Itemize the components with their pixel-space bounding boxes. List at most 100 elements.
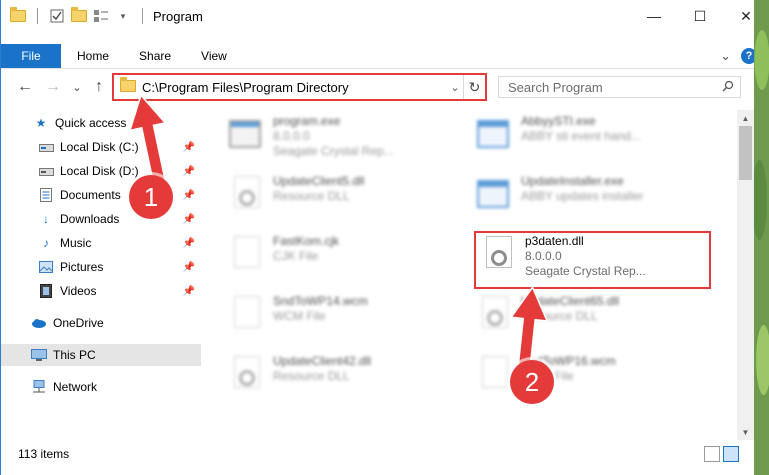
- tab-view[interactable]: View: [186, 49, 242, 63]
- details-view-icon[interactable]: [704, 446, 720, 462]
- file-version: 8.0.0.0: [273, 129, 310, 143]
- recent-locations-chevron-icon[interactable]: ⌄: [67, 76, 87, 98]
- file-item[interactable]: program.exe 8.0.0.0 Seagate Crystal Rep...: [225, 112, 460, 164]
- sidebar-item-music[interactable]: ♪ Music 📌: [1, 232, 201, 254]
- search-box[interactable]: Search Program: [498, 76, 741, 98]
- window-controls: — ☐ ✕: [631, 0, 769, 32]
- properties-icon[interactable]: [48, 7, 66, 25]
- cloud-icon: [31, 316, 47, 330]
- title-bar: ▾ Program — ☐ ✕: [1, 0, 769, 32]
- sidebar-item-label: Downloads: [60, 212, 120, 226]
- file-description: ABBY sti event hand...: [521, 129, 641, 143]
- file-name: UpdateInstaller.exe: [521, 174, 624, 188]
- file-item[interactable]: FastKom.cjk CJK File: [225, 232, 460, 284]
- file-description: ABBY updates installer: [521, 189, 644, 203]
- file-item[interactable]: UpdateInstaller.exe ABBY updates installe…: [473, 172, 708, 224]
- exe-icon: [477, 116, 513, 154]
- toolbar-divider: [142, 8, 143, 24]
- up-arrow-icon[interactable]: ↑: [89, 76, 109, 98]
- tab-file[interactable]: File: [1, 44, 61, 68]
- pin-icon[interactable]: 📌: [183, 286, 195, 297]
- pin-icon[interactable]: 📌: [183, 142, 195, 153]
- exe-icon: [477, 176, 513, 214]
- file-explorer-window: ▾ Program — ☐ ✕ File Home Share View ⌄ ?…: [0, 0, 769, 475]
- pin-icon[interactable]: 📌: [183, 262, 195, 273]
- navigation-bar: ← → ⌄ ↑ C:\Program Files\Program Directo…: [1, 73, 769, 101]
- folder-icon[interactable]: [9, 7, 27, 25]
- file-item[interactable]: SndToWP14.wcm WCM File: [225, 292, 460, 344]
- tiles-view-icon[interactable]: [723, 446, 739, 462]
- annotation-badge-1: 1: [129, 175, 173, 219]
- file-icon: [229, 296, 265, 334]
- file-item[interactable]: UpdateClient5.dll Resource DLL: [225, 172, 460, 224]
- file-name: UpdateClient5.dll: [273, 174, 365, 188]
- sidebar-item-videos[interactable]: Videos 📌: [1, 280, 201, 302]
- dll-icon: [229, 356, 265, 394]
- maximize-button[interactable]: ☐: [677, 0, 723, 32]
- file-type: WCM File: [273, 309, 326, 323]
- tab-share[interactable]: Share: [124, 49, 186, 63]
- sidebar-item-label: Pictures: [60, 260, 104, 274]
- sidebar-item-label: Music: [60, 236, 92, 250]
- sidebar-item-onedrive[interactable]: OneDrive: [1, 312, 201, 334]
- search-input[interactable]: Search Program: [499, 80, 716, 95]
- file-icon: [229, 236, 265, 274]
- back-arrow-icon[interactable]: ←: [15, 76, 35, 98]
- file-name: program.exe: [273, 114, 341, 128]
- scrollbar-thumb[interactable]: [739, 126, 752, 180]
- pin-icon[interactable]: 📌: [183, 214, 195, 225]
- file-name: AbbyySTI.exe: [521, 114, 596, 128]
- file-name: SndToWP14.wcm: [273, 294, 368, 308]
- ribbon-tabs: File Home Share View ⌄ ?: [1, 44, 769, 68]
- highlight-box-target-file: [474, 231, 711, 289]
- annotation-badge-2: 2: [510, 360, 554, 404]
- star-icon: ★: [35, 116, 47, 130]
- file-item[interactable]: UpdateClient42.dll Resource DLL: [225, 352, 460, 404]
- refresh-icon[interactable]: ↻: [463, 75, 485, 99]
- sidebar-item-network[interactable]: Network: [1, 376, 201, 398]
- scroll-down-arrow-icon[interactable]: ▼: [737, 424, 754, 440]
- exe-icon: [229, 116, 265, 154]
- toolbar-divider: [37, 8, 38, 24]
- view-toggle: [704, 446, 739, 462]
- file-item[interactable]: AbbyySTI.exe ABBY sti event hand...: [473, 112, 708, 164]
- vertical-scrollbar[interactable]: ▲ ▼: [737, 110, 754, 440]
- sidebar-item-label: OneDrive: [53, 316, 104, 330]
- file-type: CJK File: [273, 249, 319, 263]
- pin-icon[interactable]: 📌: [183, 238, 195, 249]
- status-bar: 113 items: [1, 444, 769, 464]
- pictures-icon: [38, 260, 54, 274]
- documents-icon: [38, 188, 54, 202]
- address-path[interactable]: C:\Program Files\Program Directory: [142, 80, 447, 95]
- item-count: 113 items: [18, 447, 70, 461]
- view-options-icon[interactable]: [92, 7, 110, 25]
- sidebar-item-label: Network: [53, 380, 98, 394]
- search-icon[interactable]: [716, 80, 740, 95]
- new-folder-icon[interactable]: [70, 7, 88, 25]
- sidebar-item-label: Documents: [60, 188, 121, 202]
- pin-icon[interactable]: 📌: [183, 166, 195, 177]
- file-description: Seagate Crystal Rep...: [273, 144, 394, 158]
- forward-arrow-icon[interactable]: →: [43, 76, 63, 98]
- music-icon: ♪: [43, 236, 49, 250]
- file-name: FastKom.cjk: [273, 234, 340, 248]
- sidebar-item-label: Quick access: [55, 116, 127, 130]
- pin-icon[interactable]: 📌: [183, 190, 195, 201]
- expand-ribbon-chevron-icon[interactable]: ⌄: [720, 48, 731, 64]
- background-foliage: [754, 0, 769, 475]
- drive-icon: [38, 140, 54, 154]
- sidebar-item-label: This PC: [53, 348, 96, 362]
- minimize-button[interactable]: —: [631, 0, 677, 32]
- file-description: Resource DLL: [273, 189, 350, 203]
- sidebar-item-pictures[interactable]: Pictures 📌: [1, 256, 201, 278]
- scroll-up-arrow-icon[interactable]: ▲: [737, 110, 754, 126]
- file-description: Resource DLL: [273, 369, 350, 383]
- downloads-icon: ↓: [43, 212, 49, 226]
- tab-home[interactable]: Home: [61, 49, 124, 63]
- customize-toolbar-chevron-icon[interactable]: ▾: [114, 7, 132, 25]
- drive-icon: [38, 164, 54, 178]
- address-history-chevron-icon[interactable]: ⌄: [447, 81, 463, 94]
- sidebar-item-this-pc[interactable]: This PC: [1, 344, 201, 366]
- pc-icon: [31, 348, 47, 362]
- quick-access-toolbar: ▾ Program: [9, 7, 203, 25]
